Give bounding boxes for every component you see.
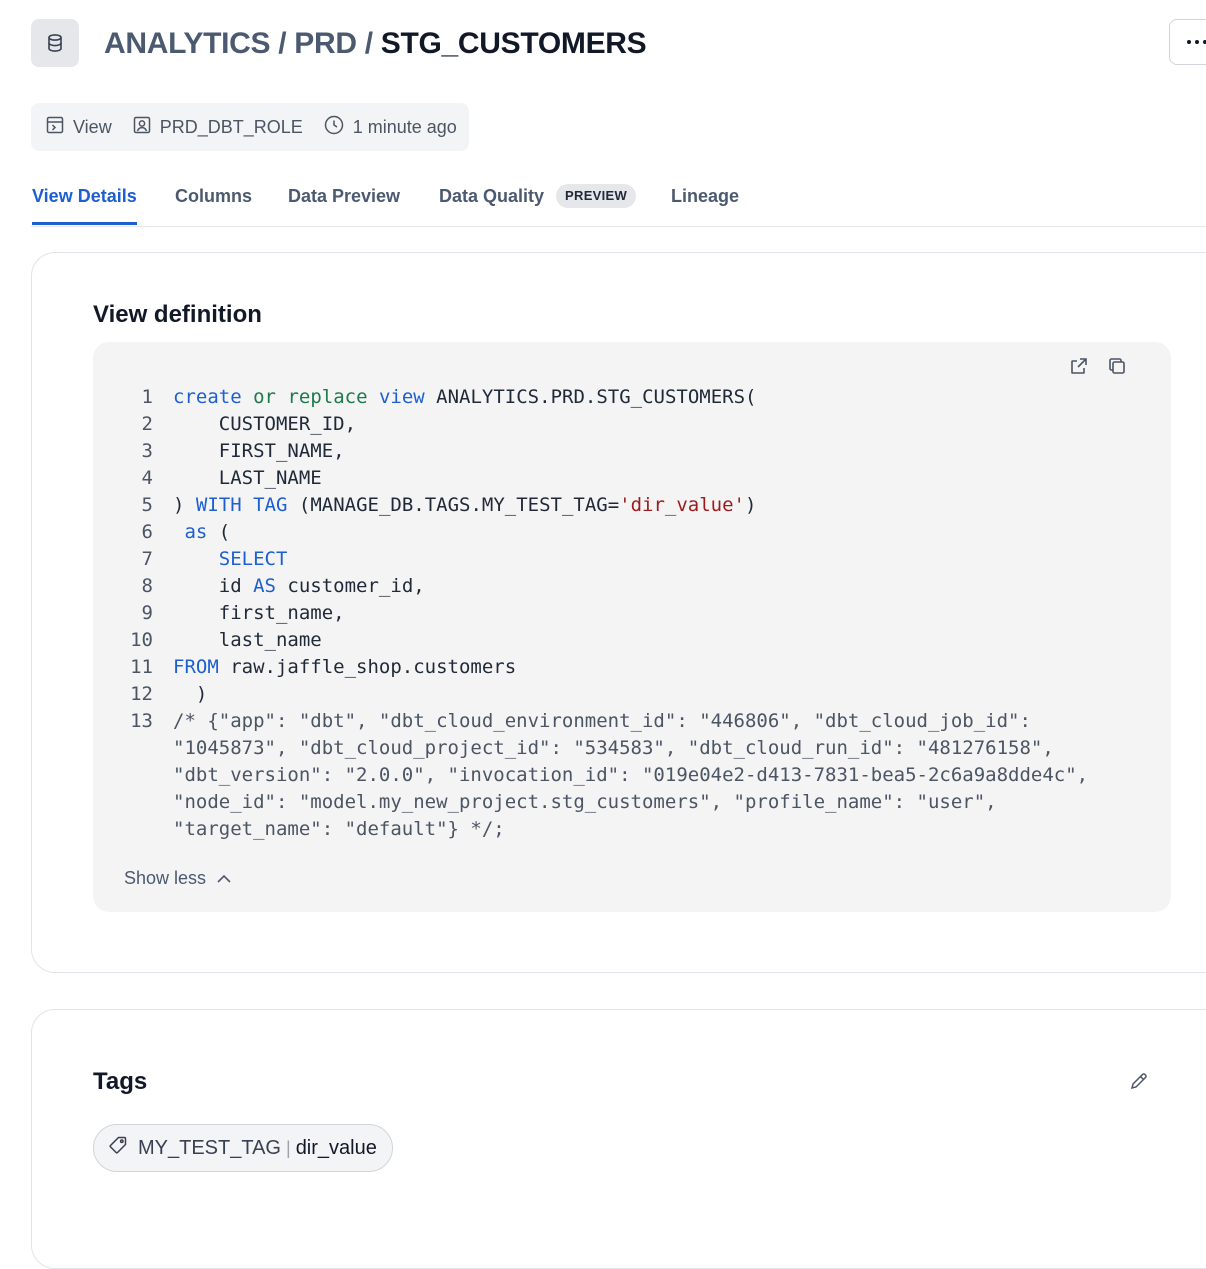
line-number: 12 [130, 683, 153, 705]
code-line: 7 SELECT [113, 546, 1131, 573]
tag-chip[interactable]: MY_TEST_TAG | dir_value [93, 1124, 393, 1172]
show-less-button[interactable]: Show less [124, 868, 232, 889]
line-number: 9 [141, 602, 153, 624]
sql-code: 1 create or replace view ANALYTICS.PRD.ST… [113, 384, 1131, 843]
meta-type-label: View [73, 116, 112, 137]
code-line: 5) WITH TAG (MANAGE_DB.TAGS.MY_TEST_TAG=… [113, 492, 1131, 519]
code-line: 1 create or replace view ANALYTICS.PRD.ST… [113, 384, 1131, 411]
section-title: View definition [93, 301, 262, 328]
tab-bar: View Details Columns Data Preview Data Q… [31, 178, 1206, 227]
meta-owner-label: PRD_DBT_ROLE [159, 116, 303, 137]
line-number: 10 [130, 629, 153, 651]
code-line: 11 FROM raw.jaffle_shop.customers [113, 654, 1131, 681]
tab-data-preview[interactable]: Data Preview [288, 178, 400, 225]
line-number: 11 [130, 656, 153, 678]
clock-icon [323, 114, 353, 141]
breadcrumb-database[interactable]: ANALYTICS [104, 27, 271, 60]
meta-owner: PRD_DBT_ROLE [132, 115, 303, 140]
database-icon [31, 19, 79, 67]
view-icon [45, 115, 73, 140]
page-title: STG_CUSTOMERS [380, 27, 647, 60]
tab-data-quality[interactable]: Data Quality PREVIEW [439, 178, 637, 225]
line-number: 5 [141, 494, 153, 516]
chevron-up-icon [216, 868, 232, 889]
code-line: 13/* {"app": "dbt", "dbt_cloud_environme… [113, 708, 1131, 843]
copy-icon[interactable] [1107, 356, 1127, 381]
line-number: 2 [141, 413, 153, 435]
tags-card: Tags MY_TEST_TAG | dir_value [31, 1009, 1206, 1269]
code-line: 6 as ( [113, 519, 1131, 546]
meta-updated-label: 1 minute ago [352, 116, 457, 137]
breadcrumb-separator: / [278, 27, 287, 60]
code-line: 10 last_name [113, 627, 1131, 654]
tab-view-details[interactable]: View Details [32, 178, 137, 225]
breadcrumb-separator: / [364, 27, 373, 60]
meta-updated: 1 minute ago [323, 114, 457, 141]
line-number: 3 [141, 440, 153, 462]
line-number: 8 [141, 575, 153, 597]
more-horizontal-icon [1187, 40, 1206, 44]
code-line: 9 first_name, [113, 600, 1131, 627]
line-number: 6 [141, 521, 153, 543]
line-number: 7 [141, 548, 153, 570]
code-line: 12 ) [113, 681, 1131, 708]
meta-object-type: View [45, 115, 112, 140]
more-options-button[interactable] [1169, 19, 1206, 65]
code-line: 3 FIRST_NAME, [113, 438, 1131, 465]
preview-badge: PREVIEW [556, 184, 637, 208]
object-metadata: View PRD_DBT_ROLE 1 minute ago [31, 103, 469, 151]
view-definition-card: View definition 1 create or replace view … [31, 252, 1206, 973]
line-number: 4 [141, 467, 153, 489]
code-line: 8 id AS customer_id, [113, 573, 1131, 600]
tag-value: dir_value [295, 1136, 377, 1159]
line-number: 13 [130, 710, 153, 732]
tab-lineage[interactable]: Lineage [671, 178, 739, 225]
open-external-icon[interactable] [1069, 356, 1089, 381]
tab-columns[interactable]: Columns [175, 178, 252, 225]
section-title: Tags [93, 1068, 148, 1095]
code-line: 4 LAST_NAME [113, 465, 1131, 492]
pencil-icon[interactable] [1128, 1070, 1150, 1097]
user-badge-icon [132, 115, 160, 140]
breadcrumb: ANALYTICS / PRD / STG_CUSTOMERS [104, 24, 647, 64]
code-line: 2 CUSTOMER_ID, [113, 411, 1131, 438]
code-block: 1 create or replace view ANALYTICS.PRD.ST… [93, 342, 1171, 912]
breadcrumb-schema[interactable]: PRD [294, 27, 357, 60]
tag-key: MY_TEST_TAG [138, 1136, 281, 1159]
tag-icon [108, 1135, 128, 1161]
tag-separator: | [286, 1137, 291, 1158]
line-number: 1 [141, 386, 153, 408]
